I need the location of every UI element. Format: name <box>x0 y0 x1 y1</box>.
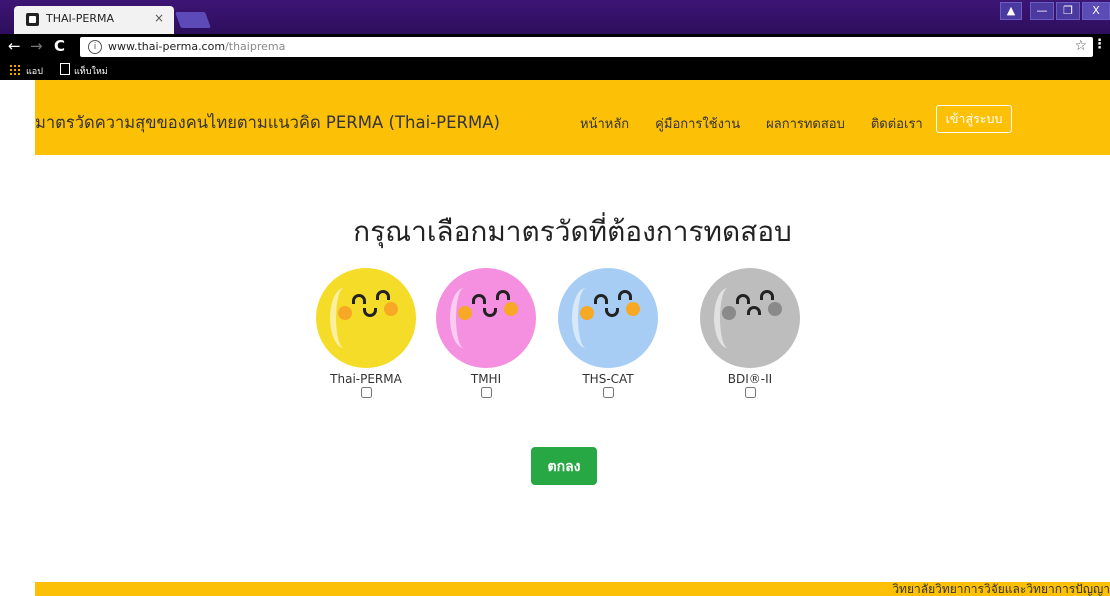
tab-close-icon[interactable]: × <box>154 11 164 25</box>
page-title: กรุณาเลือกมาตรวัดที่ต้องการทดสอบ <box>353 215 792 248</box>
nav-home[interactable]: หน้าหลัก <box>580 113 629 134</box>
back-arrow-icon[interactable]: ← <box>8 37 21 55</box>
bookmark-star-icon[interactable]: ☆ <box>1074 38 1087 54</box>
face-eye <box>736 294 750 304</box>
bookmarks-bar: แอป แท็บใหม่ <box>0 60 1110 80</box>
login-button[interactable]: เข้าสู่ระบบ <box>936 105 1012 133</box>
sad-face-icon <box>700 268 800 368</box>
site-navbar: มาตรวัดความสุขของคนไทยตามแนวคิด PERMA (T… <box>35 80 1110 155</box>
option-label: Thai-PERMA <box>330 372 402 386</box>
option-label: THS-CAT <box>582 372 634 386</box>
browser-tab-strip: THAI-PERMA × ▲ — ❐ X <box>0 0 1110 34</box>
nav-results[interactable]: ผลการทดสอบ <box>766 113 845 134</box>
option-label: BDI®-II <box>727 372 773 386</box>
bookmark-apps[interactable]: แอป <box>26 64 43 78</box>
url-path: /thaiprema <box>225 40 286 53</box>
face-eye <box>472 294 486 304</box>
face-mouth <box>747 306 761 315</box>
face-cheek <box>722 306 736 320</box>
nav-manual[interactable]: คู่มือการใช้งาน <box>655 113 740 134</box>
face-eye <box>760 290 774 300</box>
browser-tab[interactable]: THAI-PERMA × <box>14 6 174 34</box>
site-footer: วิทยาลัยวิทยาการวิจัยและวิทยาการปัญญา <box>35 582 1110 596</box>
face-cheek <box>580 306 594 320</box>
new-tab-button[interactable] <box>175 12 211 28</box>
face-cheek <box>338 306 352 320</box>
page-icon <box>60 63 70 75</box>
option-checkbox[interactable] <box>480 387 492 398</box>
window-controls: ▲ — ❐ X <box>998 2 1110 20</box>
happy-face-icon <box>316 268 416 368</box>
face-eye <box>352 294 366 304</box>
option-card: THS-CAT <box>553 268 663 398</box>
face-cheek <box>384 302 398 316</box>
url-text: www.thai-perma.com/thaiprema <box>108 40 285 53</box>
tab-title: THAI-PERMA <box>46 12 114 25</box>
profile-icon[interactable]: ▲ <box>1000 2 1022 20</box>
face-eye <box>618 290 632 300</box>
option-label: TMHI <box>470 372 502 386</box>
option-card: TMHI <box>431 268 541 398</box>
option-checkbox[interactable] <box>602 387 614 398</box>
option-card: Thai-PERMA <box>311 268 421 398</box>
address-bar: ← → C i www.thai-perma.com/thaiprema ☆ ⋮ <box>0 34 1110 60</box>
option-card: BDI®-II <box>695 268 805 398</box>
nav-contact[interactable]: ติดต่อเรา <box>871 113 923 134</box>
footer-text: วิทยาลัยวิทยาการวิจัยและวิทยาการปัญญา <box>892 582 1110 596</box>
reload-icon[interactable]: C <box>54 37 65 55</box>
site-favicon-icon <box>26 13 39 26</box>
option-checkbox[interactable] <box>744 387 756 398</box>
url-host: www.thai-perma.com <box>108 40 226 53</box>
face-mouth <box>363 308 377 317</box>
site-brand[interactable]: มาตรวัดความสุขของคนไทยตามแนวคิด PERMA (T… <box>35 110 500 136</box>
bookmark-new-tab[interactable]: แท็บใหม่ <box>74 64 108 78</box>
face-eye <box>594 294 608 304</box>
face-cheek <box>768 302 782 316</box>
face-eye <box>496 290 510 300</box>
option-checkbox[interactable] <box>360 387 372 398</box>
face-cheek <box>504 302 518 316</box>
submit-button[interactable]: ตกลง <box>531 447 597 485</box>
face-cheek <box>458 306 472 320</box>
url-input[interactable]: i www.thai-perma.com/thaiprema ☆ <box>80 37 1093 57</box>
face-mouth <box>605 308 619 317</box>
apps-icon[interactable] <box>10 65 20 75</box>
face-cheek <box>626 302 640 316</box>
nav-links: หน้าหลัก คู่มือการใช้งาน ผลการทดสอบ ติดต… <box>580 113 949 134</box>
close-window-button[interactable]: X <box>1082 2 1110 20</box>
happy-face-icon <box>436 268 536 368</box>
restore-button[interactable]: ❐ <box>1056 2 1080 20</box>
forward-arrow-icon[interactable]: → <box>30 37 43 55</box>
happy-face-icon <box>558 268 658 368</box>
info-icon[interactable]: i <box>88 40 102 54</box>
minimize-button[interactable]: — <box>1030 2 1054 20</box>
face-mouth <box>483 308 497 317</box>
face-eye <box>376 290 390 300</box>
browser-menu-icon[interactable]: ⋮ <box>1093 37 1106 52</box>
